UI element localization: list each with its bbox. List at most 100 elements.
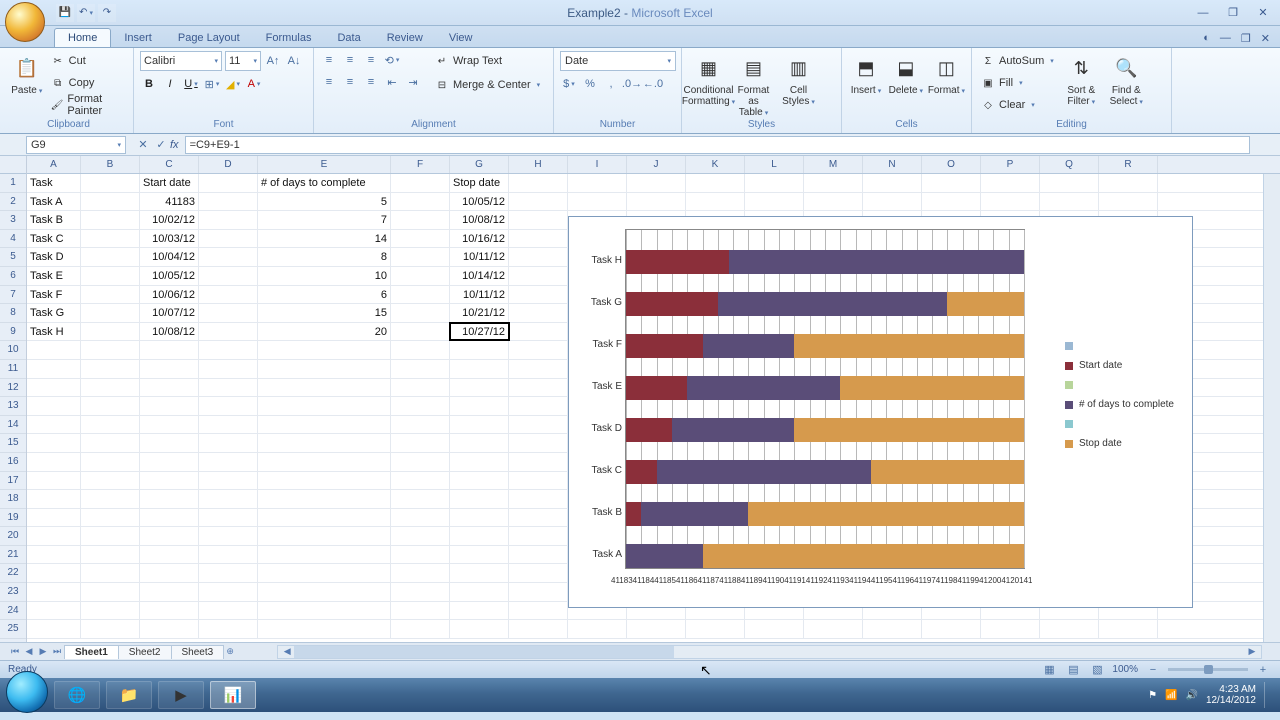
cell[interactable] [450,472,509,490]
orientation-icon[interactable]: ⟲ [383,51,401,69]
cell[interactable]: 20 [258,323,391,341]
cell[interactable]: Task B [27,211,81,229]
cell[interactable]: 14 [258,230,391,248]
cell[interactable] [509,602,568,620]
italic-button[interactable]: I [161,75,179,93]
row-header[interactable]: 6 [0,267,26,286]
cell[interactable]: 8 [258,248,391,266]
sheet-nav-next[interactable]: ▶ [36,646,50,657]
cell[interactable] [258,620,391,638]
horizontal-scrollbar[interactable]: ◀▶ [277,645,1262,659]
cell[interactable] [981,174,1040,192]
cell[interactable]: Task G [27,304,81,322]
cell[interactable] [199,583,258,601]
row-header[interactable]: 21 [0,546,26,565]
sheet-tab-2[interactable]: Sheet2 [118,645,172,659]
cell[interactable]: 10/16/12 [450,230,509,248]
column-header[interactable]: L [745,156,804,173]
row-header[interactable]: 5 [0,248,26,267]
cell[interactable] [450,360,509,378]
cell[interactable] [391,286,450,304]
cell[interactable] [509,583,568,601]
cell[interactable] [81,602,140,620]
row-header[interactable]: 16 [0,453,26,472]
column-header[interactable]: G [450,156,509,173]
row-header[interactable]: 12 [0,379,26,398]
row-header[interactable]: 17 [0,472,26,491]
help-icon[interactable]: ◐ [1203,32,1210,45]
sheet-nav-last[interactable]: ⏭ [50,646,64,657]
cell[interactable]: 10/02/12 [140,211,199,229]
cell[interactable]: 10/04/12 [140,248,199,266]
cell[interactable] [391,323,450,341]
cell[interactable]: 10/07/12 [140,304,199,322]
cell[interactable] [81,397,140,415]
cell[interactable] [391,472,450,490]
cell[interactable] [81,583,140,601]
cell[interactable] [509,248,568,266]
percent-icon[interactable]: % [581,75,599,93]
cell[interactable] [391,360,450,378]
find-select-button[interactable]: 🔍Find & Select [1106,51,1147,107]
tab-page-layout[interactable]: Page Layout [165,29,253,47]
cell[interactable] [199,323,258,341]
cell[interactable] [258,434,391,452]
qat-undo[interactable]: ↶ [77,4,95,22]
cell[interactable] [391,527,450,545]
row-header[interactable]: 15 [0,434,26,453]
cell[interactable] [450,416,509,434]
row-header[interactable]: 10 [0,341,26,360]
cell-styles-button[interactable]: ▥Cell Styles [778,51,819,107]
cut-button[interactable]: ✂Cut [48,51,127,71]
tab-insert[interactable]: Insert [111,29,165,47]
cell[interactable] [509,211,568,229]
row-header[interactable]: 2 [0,193,26,212]
cell[interactable] [391,379,450,397]
cell[interactable] [27,602,81,620]
cell[interactable] [199,286,258,304]
cell[interactable] [199,453,258,471]
cell[interactable] [258,397,391,415]
cell[interactable] [81,509,140,527]
column-header[interactable]: I [568,156,627,173]
cell[interactable]: 10/11/12 [450,286,509,304]
row-header[interactable]: 23 [0,583,26,602]
cell[interactable] [450,490,509,508]
cell[interactable] [199,397,258,415]
font-name-combo[interactable]: Calibri [140,51,222,71]
cell[interactable] [568,174,627,192]
cell[interactable]: Start date [140,174,199,192]
cell[interactable] [199,620,258,638]
align-middle-icon[interactable]: ≡ [341,51,359,69]
cell[interactable] [509,323,568,341]
format-as-table-button[interactable]: ▤Format as Table [733,51,774,118]
cell[interactable] [199,267,258,285]
paste-button[interactable]: 📋 Paste [10,51,44,96]
row-header[interactable]: 11 [0,360,26,379]
cell[interactable] [804,193,863,211]
zoom-in-icon[interactable]: + [1254,661,1272,679]
cell[interactable] [981,620,1040,638]
name-box[interactable]: G9 [26,136,126,154]
cell[interactable] [686,174,745,192]
cell[interactable] [81,360,140,378]
view-break-icon[interactable]: ▧ [1088,661,1106,679]
cell[interactable]: 5 [258,193,391,211]
cell[interactable] [81,472,140,490]
cell[interactable] [450,397,509,415]
cell[interactable]: 10/05/12 [140,267,199,285]
cell[interactable] [81,286,140,304]
cell[interactable] [391,602,450,620]
cell[interactable] [450,509,509,527]
cell[interactable] [258,341,391,359]
cell[interactable] [391,341,450,359]
cell[interactable] [140,527,199,545]
cell[interactable] [509,620,568,638]
cell[interactable] [199,509,258,527]
cell[interactable] [199,564,258,582]
cell[interactable] [81,267,140,285]
cell[interactable] [391,434,450,452]
cell[interactable]: Task E [27,267,81,285]
cell[interactable]: 10/05/12 [450,193,509,211]
cell[interactable] [450,527,509,545]
